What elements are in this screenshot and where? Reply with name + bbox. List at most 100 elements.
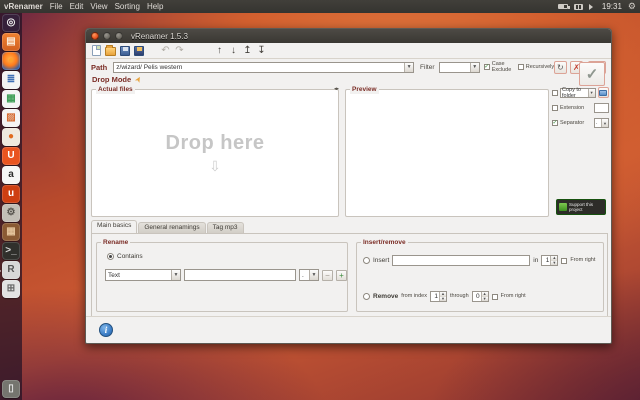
- keyboard-indicator-icon[interactable]: [574, 4, 583, 10]
- rename-pattern-input[interactable]: [184, 269, 296, 281]
- rename-suffix-combobox[interactable]: . ▼: [299, 269, 319, 281]
- browse-folder-button[interactable]: [598, 87, 609, 98]
- tab-general-renamings[interactable]: General renamings: [138, 222, 205, 233]
- chevron-down-icon: ▼: [309, 270, 318, 280]
- menu-view[interactable]: View: [90, 2, 107, 11]
- separator-checkbox[interactable]: ✓: [552, 120, 558, 126]
- filter-combobox[interactable]: ▼: [439, 62, 480, 73]
- move-up-button[interactable]: ↑: [214, 45, 225, 56]
- path-value[interactable]: z/wizard/ Pelis western: [114, 64, 404, 71]
- paypal-donate-button[interactable]: Support this project: [556, 199, 606, 215]
- libreoffice-impress-icon: ▨: [6, 113, 15, 123]
- drop-here-hint: Drop here: [92, 132, 338, 155]
- copy-to-folder-checkbox[interactable]: [552, 90, 558, 96]
- redo-button[interactable]: ↷: [174, 45, 185, 56]
- session-gear-icon[interactable]: ⚙: [628, 2, 636, 11]
- path-combobox[interactable]: z/wizard/ Pelis western ▼: [113, 62, 414, 73]
- spinner-down-icon[interactable]: ▼: [551, 261, 557, 266]
- launcher-item-vrenamer[interactable]: R: [2, 261, 20, 279]
- launcher-item-archive-box[interactable]: ▦: [2, 223, 20, 241]
- system-settings-icon: ⚙: [7, 208, 16, 218]
- separator-combobox[interactable]: . ▼: [594, 118, 609, 128]
- volume-icon[interactable]: [589, 4, 596, 10]
- launcher-item-terminal[interactable]: >_: [2, 242, 20, 260]
- insert-radio[interactable]: [363, 257, 370, 264]
- launcher-item-firefox[interactable]: ●: [2, 52, 20, 70]
- launcher-item-dash-home[interactable]: ◎: [2, 14, 20, 32]
- extension-input[interactable]: [594, 103, 609, 113]
- spinner-down-icon[interactable]: ▼: [482, 297, 488, 302]
- software-center-icon: ●: [8, 132, 14, 142]
- launcher-item-system-settings[interactable]: ⚙: [2, 204, 20, 222]
- launcher-item-libreoffice-calc[interactable]: ▦: [2, 90, 20, 108]
- clock[interactable]: 19:31: [602, 2, 622, 11]
- preview-panel[interactable]: Preview: [345, 89, 549, 217]
- info-button[interactable]: i: [99, 323, 113, 337]
- launcher-item-libreoffice-impress[interactable]: ▨: [2, 109, 20, 127]
- tab-tag-mp3[interactable]: Tag mp3: [207, 222, 244, 233]
- filter-label: Filter: [420, 64, 434, 71]
- save-button[interactable]: [119, 45, 130, 56]
- launcher-item-ubuntu-one-music[interactable]: u: [2, 185, 20, 203]
- launcher-item-amazon[interactable]: a: [2, 166, 20, 184]
- remove-through-spinner[interactable]: 0 ▲▼: [472, 291, 489, 302]
- remove-radio[interactable]: [363, 293, 370, 300]
- chevron-down-icon[interactable]: ▼: [470, 63, 479, 72]
- contains-radio[interactable]: [107, 253, 114, 260]
- remove-from-right-checkbox[interactable]: [492, 294, 498, 300]
- open-folder-button[interactable]: [105, 45, 116, 56]
- undo-button[interactable]: ↶: [160, 45, 171, 56]
- splitter-right-icon[interactable]: ▸: [337, 86, 340, 92]
- refresh-button[interactable]: ↻: [554, 61, 567, 74]
- extension-checkbox[interactable]: [552, 105, 558, 111]
- rename-group-label: Rename: [101, 238, 130, 247]
- move-top-button[interactable]: ↥: [242, 45, 253, 56]
- global-menu-appname[interactable]: vRenamer: [4, 2, 43, 11]
- rename-group: Rename Contains Text ▼ . ▼ − +: [96, 242, 348, 312]
- insert-from-right-checkbox[interactable]: [561, 258, 567, 264]
- bottom-tabs: Main basics General renamings Tag mp3: [91, 221, 245, 233]
- new-list-button[interactable]: [91, 45, 102, 56]
- tab-main-basics[interactable]: Main basics: [91, 220, 137, 233]
- menu-help[interactable]: Help: [147, 2, 163, 11]
- drop-mode-row[interactable]: Drop Mode ➤: [92, 74, 142, 85]
- ubuntu-one-icon: U: [7, 151, 14, 161]
- insert-in-label: in: [533, 257, 538, 264]
- apply-rename-button[interactable]: ✓: [579, 62, 605, 86]
- chevron-down-icon[interactable]: ▼: [404, 63, 413, 72]
- status-bar: i: [86, 316, 611, 343]
- spinner-down-icon[interactable]: ▼: [440, 297, 446, 302]
- launcher-item-onboard-keyboard[interactable]: ⊞: [2, 280, 20, 298]
- window-titlebar[interactable]: vRenamer 1.5.3: [86, 29, 611, 43]
- rename-mode-combobox[interactable]: Text ▼: [105, 269, 181, 281]
- window-close-button[interactable]: [91, 32, 99, 40]
- battery-icon[interactable]: [558, 4, 568, 9]
- add-rule-button[interactable]: +: [336, 270, 347, 281]
- save-as-icon: [134, 46, 144, 56]
- launcher-item-files[interactable]: ▤: [2, 33, 20, 51]
- insert-position-spinner[interactable]: 1 ▲▼: [541, 255, 558, 266]
- launcher-item-trash[interactable]: ▯: [2, 380, 20, 398]
- case-exclude-checkbox[interactable]: ✓: [484, 64, 490, 70]
- copy-to-folder-combobox[interactable]: Copy to folder ▼: [560, 88, 596, 98]
- launcher-item-libreoffice-writer[interactable]: ≣: [2, 71, 20, 89]
- menu-sorting[interactable]: Sorting: [115, 2, 140, 11]
- new-file-icon: [92, 45, 101, 56]
- actual-files-label: Actual files: [96, 85, 135, 94]
- move-down-button[interactable]: ↓: [228, 45, 239, 56]
- move-bottom-button[interactable]: ↧: [256, 45, 267, 56]
- launcher-item-ubuntu-one[interactable]: U: [2, 147, 20, 165]
- launcher-item-software-center[interactable]: ●: [2, 128, 20, 146]
- window-minimize-button[interactable]: [103, 32, 111, 40]
- save-as-button[interactable]: [133, 45, 144, 56]
- menu-file[interactable]: File: [50, 2, 63, 11]
- remove-from-spinner[interactable]: 1 ▲▼: [430, 291, 447, 302]
- actual-files-panel[interactable]: Actual files Drop here ⇩: [91, 89, 339, 217]
- window-maximize-button[interactable]: [115, 32, 123, 40]
- output-options-sidebar: Copy to folder ▼ Extension ✓ Separator .…: [552, 87, 609, 217]
- remove-rule-button[interactable]: −: [322, 270, 333, 281]
- menu-edit[interactable]: Edit: [70, 2, 84, 11]
- insert-text-input[interactable]: [392, 255, 530, 266]
- amazon-icon: a: [8, 170, 14, 180]
- recursively-checkbox[interactable]: [518, 64, 524, 70]
